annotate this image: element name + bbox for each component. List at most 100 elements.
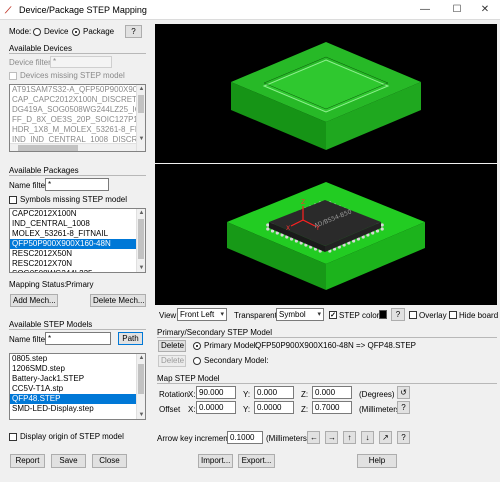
devices-missing-checkbox[interactable] [9, 72, 17, 80]
step-vscroll[interactable]: ▲ ▼ [136, 354, 145, 419]
step-models-list[interactable]: 0805.step 1206SMD.step Battery-Jack1.STEP C… [9, 353, 146, 420]
arrow-up-icon: ↑ [347, 433, 352, 442]
step-model-list-item[interactable]: QFP48.STEP [10, 394, 145, 404]
devices-vscroll-thumb[interactable] [138, 95, 144, 113]
scroll-up-icon[interactable]: ▲ [137, 209, 145, 217]
save-button[interactable]: Save [51, 454, 86, 468]
import-button[interactable]: Import... [198, 454, 233, 468]
step-vscroll-thumb[interactable] [138, 364, 144, 394]
hide-board-checkbox[interactable] [449, 311, 457, 319]
devices-vscroll[interactable]: ▲ ▼ [136, 85, 145, 151]
rotate-button[interactable]: ↺ [397, 386, 410, 399]
mode-help-button[interactable]: ? [125, 25, 142, 38]
primary-secondary-header: Primary/Secondary STEP Model [157, 328, 273, 337]
device-filter-input[interactable]: * [50, 56, 112, 68]
package-list-item[interactable]: MOLEX_53261-8_FITNAIL [10, 229, 145, 239]
hide-board-label: Hide board [459, 311, 499, 320]
offset-x-input[interactable]: 0.0000 [196, 401, 236, 414]
device-list-item[interactable]: DG419A_SOG0508WG244LZ25_IC_ [10, 105, 145, 115]
rotation-y-label: Y: [243, 390, 251, 399]
step-color-swatch[interactable] [379, 310, 387, 319]
mode-device-radio[interactable] [33, 28, 41, 36]
step-model-list-item[interactable]: 0805.step [10, 354, 145, 364]
symbols-missing-label: Symbols missing STEP model [20, 195, 127, 204]
arrow-help-button[interactable]: ? [397, 431, 410, 444]
title-bar: ⟋ Device/Package STEP Mapping — ☐ ✕ [0, 0, 500, 20]
display-origin-checkbox[interactable] [9, 433, 17, 441]
devices-list[interactable]: AT91SAM7S32-A_QFP50P900X900X CAP_CAPC2012… [9, 84, 146, 152]
delete-mech-button[interactable]: Delete Mech... [90, 294, 146, 307]
help-button[interactable]: Help [357, 454, 397, 468]
secondary-model-radio[interactable] [193, 357, 201, 365]
rotation-y-input[interactable]: 0.000 [254, 386, 294, 399]
mode-label: Mode: [9, 27, 32, 36]
step-color-checkbox[interactable]: ✓ [329, 311, 337, 319]
scroll-down-icon[interactable]: ▼ [137, 411, 145, 419]
bottom-3d-viewport[interactable]: AD/BS54-B50 Z X Y [155, 164, 497, 305]
move-left-button[interactable]: ← [307, 431, 320, 444]
move-diagonal-button[interactable]: ↗ [379, 431, 392, 444]
report-button[interactable]: Report [10, 454, 45, 468]
offset-help-button[interactable]: ? [397, 401, 410, 414]
rotate-icon: ↺ [400, 388, 407, 397]
symbols-missing-checkbox[interactable] [9, 196, 17, 204]
device-list-item[interactable]: AT91SAM7S32-A_QFP50P900X900X [10, 85, 145, 95]
export-button[interactable]: Export... [238, 454, 275, 468]
close-window-button[interactable]: ✕ [471, 2, 499, 18]
package-list-item[interactable]: CAPC2012X100N [10, 209, 145, 219]
view-select[interactable]: Front Left ▾ [177, 308, 227, 321]
step-model-list-item[interactable]: Battery-Jack1.STEP [10, 374, 145, 384]
offset-z-input[interactable]: 0.7000 [312, 401, 352, 414]
devices-hscroll[interactable] [10, 143, 136, 151]
packages-separator [9, 175, 146, 176]
package-list-item[interactable]: RESC2012X70N [10, 259, 145, 269]
offset-x-label: X: [188, 405, 196, 414]
package-filter-input[interactable]: * [45, 178, 109, 191]
minimize-button[interactable]: — [411, 2, 439, 18]
package-list-item[interactable]: SOG0508WG244L225 [10, 269, 145, 272]
scroll-down-icon[interactable]: ▼ [137, 135, 145, 143]
device-list-item[interactable]: FF_D_8X_OE3S_20P_SOIC127P103 [10, 115, 145, 125]
arrow-increment-input[interactable]: 0.1000 [227, 431, 263, 444]
packages-vscroll[interactable]: ▲ ▼ [136, 209, 145, 272]
device-list-item[interactable]: HDR_1X8_M_MOLEX_53261-8_FITN [10, 125, 145, 135]
step-model-list-item[interactable]: SMD-LED-Display.step [10, 404, 145, 414]
scroll-down-icon[interactable]: ▼ [137, 264, 145, 272]
devices-missing-label: Devices missing STEP model [20, 71, 125, 80]
packages-list[interactable]: CAPC2012X100N IND_CENTRAL_1008 MOLEX_53261… [9, 208, 146, 273]
chip-pin [380, 227, 384, 231]
primary-model-radio[interactable] [193, 342, 201, 350]
rotation-z-input[interactable]: 0.000 [312, 386, 352, 399]
offset-y-input[interactable]: 0.0000 [254, 401, 294, 414]
transparent-select[interactable]: Symbol ▾ [276, 308, 324, 321]
top-3d-viewport[interactable] [155, 24, 497, 163]
overlay-checkbox[interactable] [409, 311, 417, 319]
maximize-button[interactable]: ☐ [443, 2, 471, 18]
path-button[interactable]: Path [118, 332, 143, 345]
step-model-list-item[interactable]: 1206SMD.step [10, 364, 145, 374]
step-model-list-item[interactable]: CC5V-T1A.stp [10, 384, 145, 394]
mode-package-label: Package [83, 27, 115, 36]
move-right-button[interactable]: → [325, 431, 338, 444]
mode-package-radio[interactable] [72, 28, 80, 36]
scroll-up-icon[interactable]: ▲ [137, 85, 145, 93]
scroll-up-icon[interactable]: ▲ [137, 354, 145, 362]
step-filter-input[interactable]: * [45, 332, 111, 345]
view-help-button[interactable]: ? [391, 308, 405, 321]
move-up-button[interactable]: ↑ [343, 431, 356, 444]
delete-secondary-button[interactable]: Delete [158, 355, 186, 367]
package-list-item[interactable]: RESC2012X50N [10, 249, 145, 259]
devices-hscroll-thumb[interactable] [18, 145, 78, 151]
device-list-item[interactable]: CAP_CAPC2012X100N_DISCRETE_ [10, 95, 145, 105]
delete-primary-button[interactable]: Delete [158, 340, 186, 352]
move-down-button[interactable]: ↓ [361, 431, 374, 444]
packages-vscroll-thumb[interactable] [138, 219, 144, 259]
package-list-item[interactable]: IND_CENTRAL_1008 [10, 219, 145, 229]
close-button[interactable]: Close [92, 454, 127, 468]
arrow-down-icon: ↓ [365, 433, 370, 442]
package-list-item[interactable]: QFP50P900X900X160-48N [10, 239, 145, 249]
add-mech-button[interactable]: Add Mech... [10, 294, 58, 307]
rotation-x-input[interactable]: 90.000 [196, 386, 236, 399]
transparent-label: Transparent [234, 311, 277, 320]
step-color-label: STEP color [339, 311, 380, 320]
